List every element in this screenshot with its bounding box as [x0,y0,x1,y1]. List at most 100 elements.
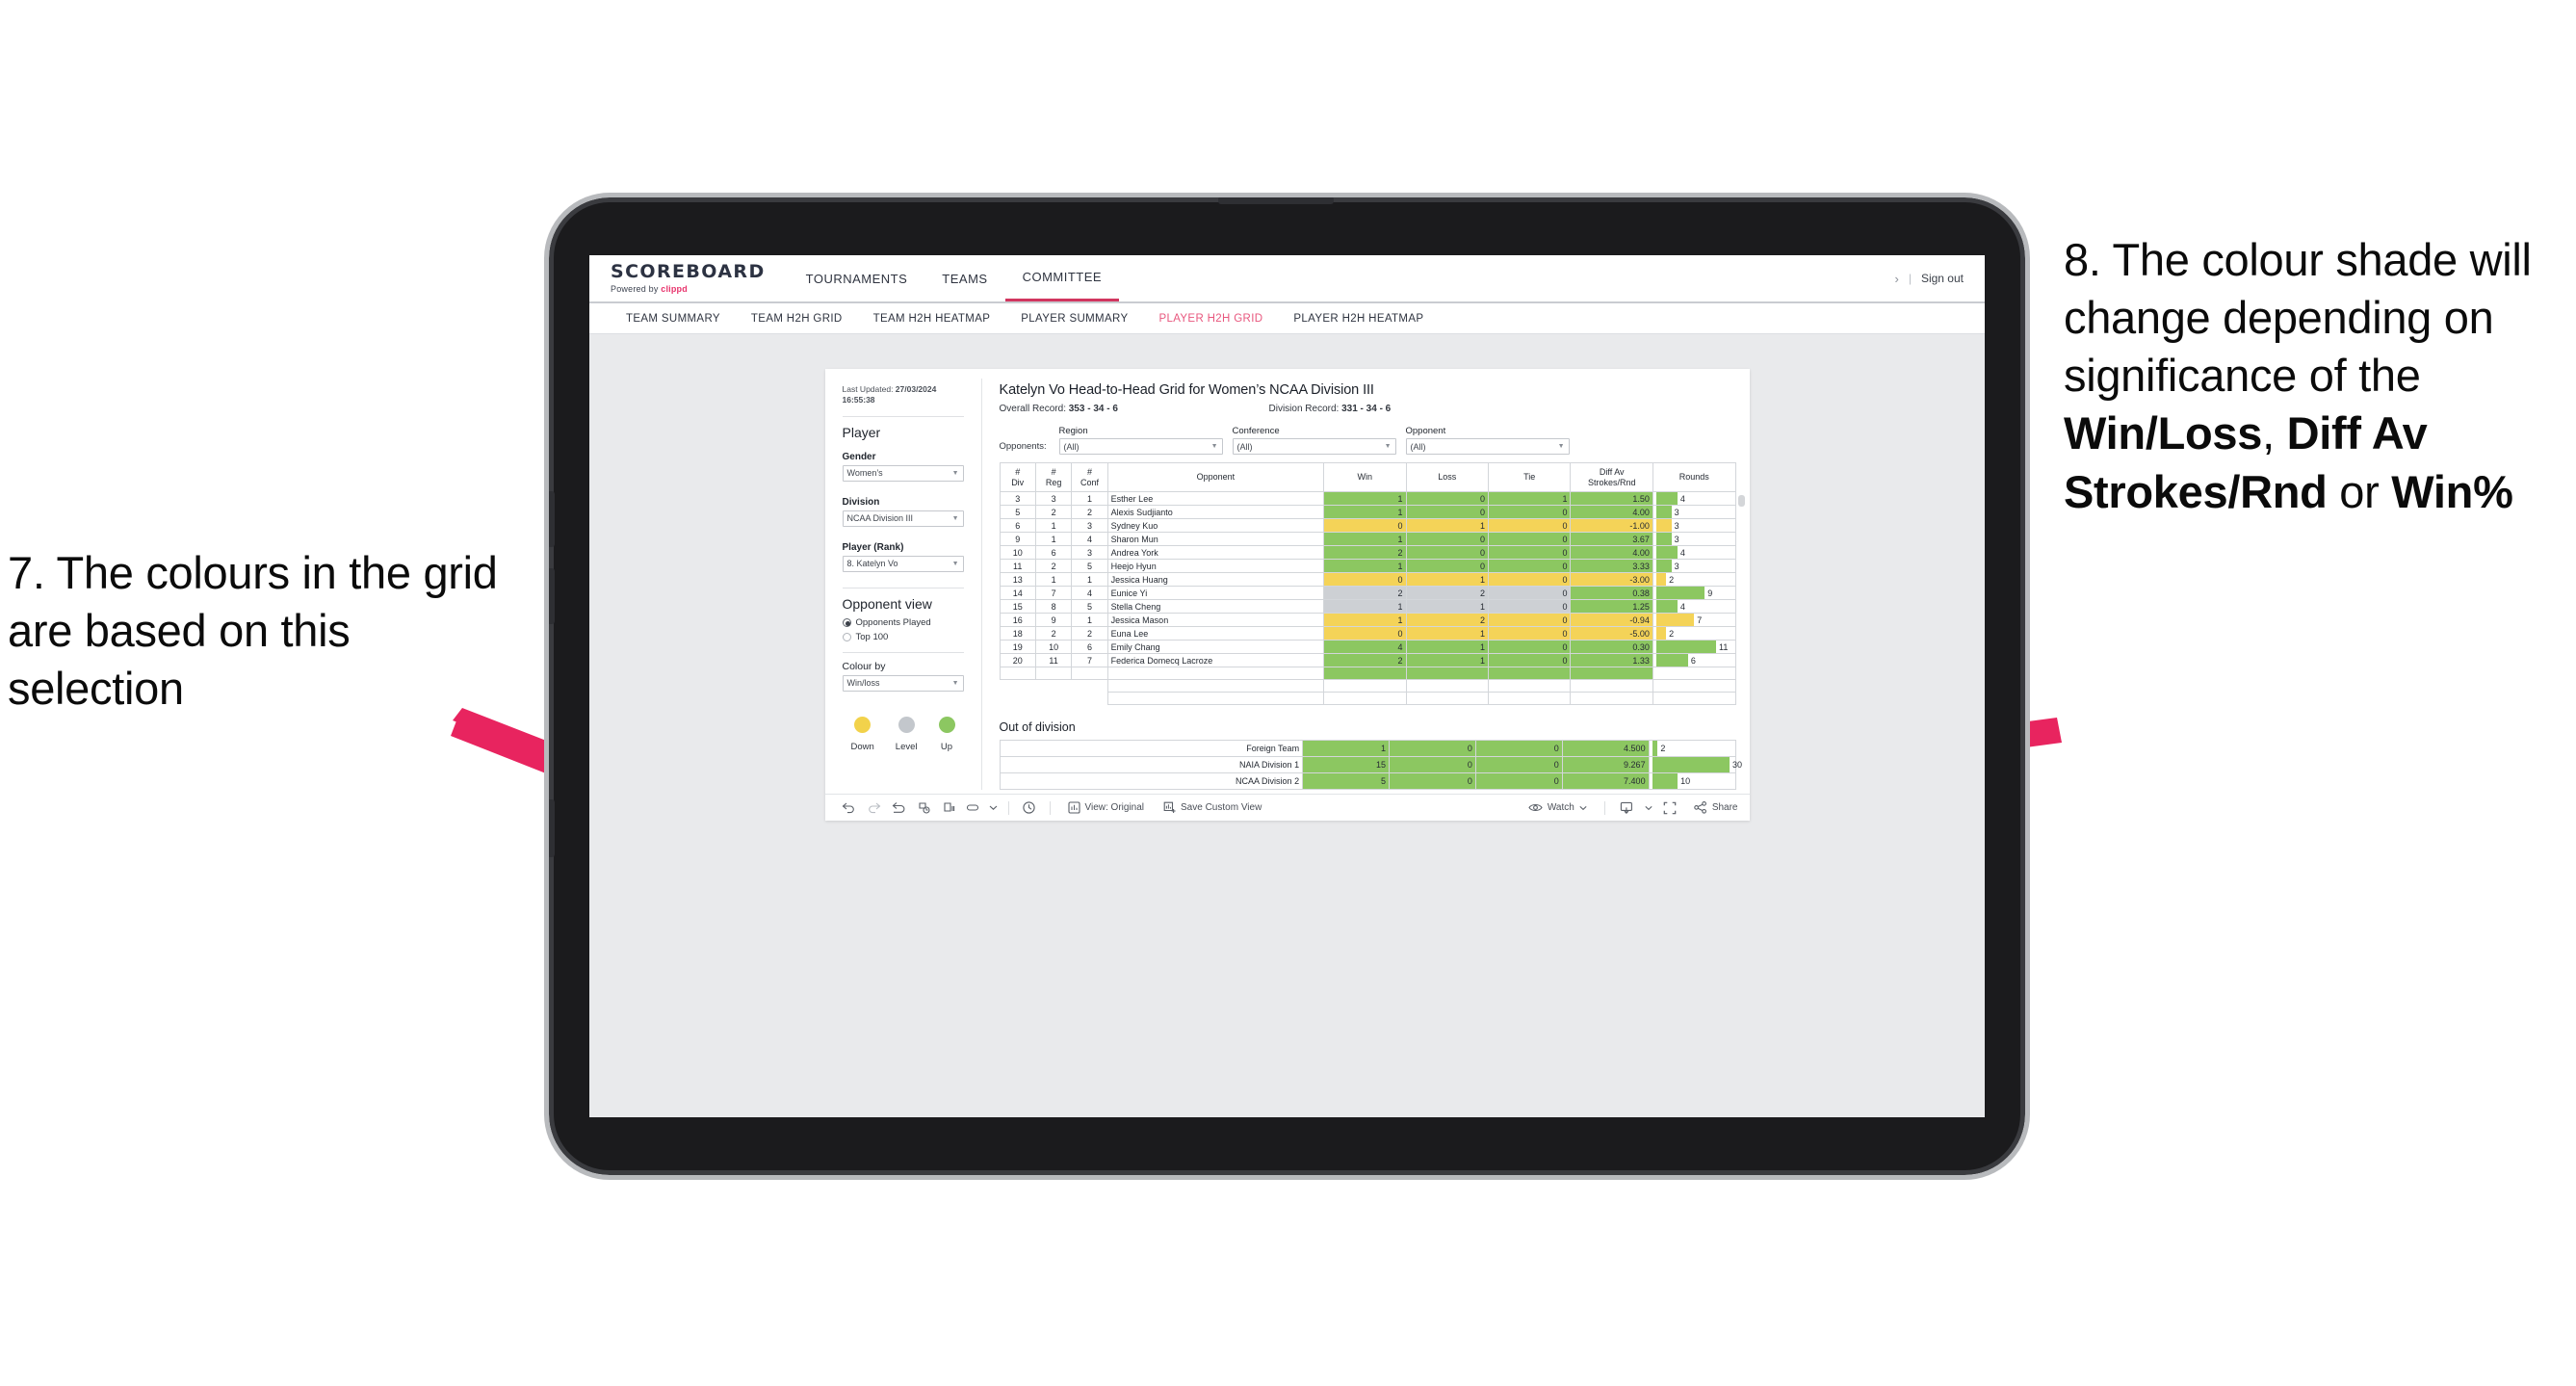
cell-win: 1 [1323,599,1407,614]
conference-select[interactable]: (All) ▼ [1232,438,1396,455]
download-icon[interactable] [1613,801,1642,815]
table-row[interactable]: 3 3 1 Esther Lee 1 0 1 1.50 4 [999,491,1736,506]
legend-dot-up [938,716,955,733]
cell-rounds: 3 [1652,532,1736,546]
col-reg[interactable]: # Reg [1034,462,1073,492]
view-original-button[interactable]: View: Original [1058,801,1155,814]
nav-teams[interactable]: TEAMS [924,255,1004,301]
gender-select[interactable]: Women’s ▼ [842,464,964,482]
watch-button[interactable]: Watch [1519,802,1597,813]
side-button[interactable] [547,799,555,857]
revert-icon[interactable] [887,801,912,814]
cell-div: 9 [999,532,1036,546]
rounds-value: 4 [1679,493,1685,504]
annotation-right-bold-winpct: Win% [2391,465,2513,517]
view-shape-icon[interactable] [962,801,987,814]
toolbar-divider-1 [1007,800,1009,815]
col-diff-line2: Strokes/Rnd [1587,477,1636,487]
cell-rounds: 11 [1652,640,1736,654]
chevron-down-icon[interactable] [1642,805,1655,811]
foot-cell [1570,692,1653,705]
undo-icon[interactable] [837,801,862,814]
colour-by-select[interactable]: Win/loss ▼ [842,674,964,692]
table-row[interactable]: 18 2 2 Euna Lee 0 1 0 -5.00 2 [999,626,1736,641]
ood-rounds-bar [1652,773,1678,789]
cell-reg: 1 [1034,532,1073,546]
division-select[interactable]: NCAA Division III ▼ [842,510,964,527]
redo-icon[interactable] [862,801,887,814]
col-conf[interactable]: # Conf [1071,462,1108,492]
cell-opponent: Eunice Yi [1106,586,1325,600]
col-loss[interactable]: Loss [1405,462,1490,492]
blank-cell [1652,679,1736,693]
tab-player-h2h-grid[interactable]: PLAYER H2H GRID [1143,313,1278,325]
table-row[interactable]: 19 10 6 Emily Chang 4 1 0 0.30 11 [999,640,1736,654]
table-row[interactable]: 14 7 4 Eunice Yi 2 2 0 0.38 9 [999,586,1736,600]
app-logo[interactable]: SCOREBOARD Powered by clippd [611,263,766,295]
pause-icon[interactable] [937,801,962,815]
screenshot-root: 7. The colours in the grid are based on … [0,0,2576,1386]
player-rank-select[interactable]: 8. Katelyn Vo ▼ [842,555,964,572]
nav-committee[interactable]: COMMITTEE [1004,255,1120,301]
col-tie[interactable]: Tie [1487,462,1572,492]
table-row[interactable]: 5 2 2 Alexis Sudjianto 1 0 0 4.00 3 [999,505,1736,519]
cell-tie: 0 [1487,545,1572,560]
table-row[interactable]: 11 2 5 Heejo Hyun 1 0 0 3.33 3 [999,559,1736,573]
cell-div: 18 [999,626,1036,641]
cell-tie: 0 [1487,626,1572,641]
col-opponent[interactable]: Opponent [1106,462,1325,492]
save-custom-view-button[interactable]: Save Custom View [1154,801,1271,814]
cell-loss: 0 [1405,545,1490,560]
cell-conf: 2 [1071,505,1108,519]
grid-scrollbar[interactable] [1737,495,1745,507]
table-row[interactable]: 13 1 1 Jessica Huang 0 1 0 -3.00 2 [999,572,1736,587]
tab-player-summary[interactable]: PLAYER SUMMARY [1005,313,1143,325]
table-row[interactable]: 9 1 4 Sharon Mun 1 0 0 3.67 3 [999,532,1736,546]
cell-opponent: Euna Lee [1106,626,1325,641]
ood-row[interactable]: NAIA Division 1 15 0 0 9.267 30 [999,756,1742,773]
radio-opponents-played[interactable]: Opponents Played [842,617,964,628]
table-row[interactable]: 6 1 3 Sydney Kuo 0 1 0 -1.00 3 [999,518,1736,533]
col-div[interactable]: # Div [999,462,1036,492]
table-row[interactable]: 10 6 3 Andrea York 2 0 0 4.00 4 [999,545,1736,560]
chevron-right-icon[interactable]: › [1894,272,1898,286]
sign-out-button[interactable]: Sign out [1921,272,1964,285]
blank-cell [1405,679,1490,693]
cell-reg: 1 [1034,518,1073,533]
col-rounds[interactable]: Rounds [1652,462,1736,492]
ood-row[interactable]: NCAA Division 2 5 0 0 7.400 10 [999,772,1736,790]
refresh-icon[interactable] [912,801,937,815]
col-win[interactable]: Win [1323,462,1407,492]
chevron-down-icon[interactable] [987,804,1001,811]
ood-row[interactable]: Foreign Team 1 0 0 4.500 2 [999,740,1736,757]
region-select[interactable]: (All) ▼ [1058,438,1223,455]
radio-icon-unselected [842,632,851,641]
rounds-value: 4 [1679,601,1685,612]
cell-reg: 6 [1034,545,1073,560]
share-button[interactable]: Share [1684,801,1738,814]
cell-div: 3 [999,491,1036,506]
fullscreen-icon[interactable] [1655,801,1684,815]
volume-up-button[interactable] [547,491,555,547]
table-row[interactable]: 15 8 5 Stella Cheng 1 1 0 1.25 4 [999,599,1736,614]
tab-team-h2h-grid[interactable]: TEAM H2H GRID [736,313,858,325]
blank-cell [1000,680,1035,693]
tab-team-h2h-heatmap[interactable]: TEAM H2H HEATMAP [858,313,1006,325]
cell-opponent: Jessica Huang [1106,572,1325,587]
volume-down-button[interactable] [547,568,555,624]
tab-team-summary[interactable]: TEAM SUMMARY [611,313,736,325]
h2h-grid-table: # Div # Reg # Conf Opponent Win Loss Tie Di… [999,462,1736,705]
table-row[interactable]: 16 9 1 Jessica Mason 1 2 0 -0.94 7 [999,613,1736,627]
table-row[interactable]: 20 11 7 Federica Domecq Lacroze 2 1 0 1.33 6 [999,653,1736,667]
cell-diff: 4.00 [1570,505,1653,519]
opponent-select[interactable]: (All) ▼ [1405,438,1570,455]
power-button[interactable] [1218,196,1334,204]
h2h-grid-wrap: # Div # Reg # Conf Opponent Win Loss Tie Di… [999,462,1745,705]
col-diff-av-strokes[interactable]: Diff Av Strokes/Rnd [1570,462,1653,492]
radio-top-100[interactable]: Top 100 [842,632,964,642]
cell-tie: 0 [1487,613,1572,627]
nav-tournaments[interactable]: TOURNAMENTS [789,255,925,301]
clock-icon[interactable] [1017,800,1042,815]
cell-opponent: Sydney Kuo [1106,518,1325,533]
tab-player-h2h-heatmap[interactable]: PLAYER H2H HEATMAP [1278,313,1439,325]
